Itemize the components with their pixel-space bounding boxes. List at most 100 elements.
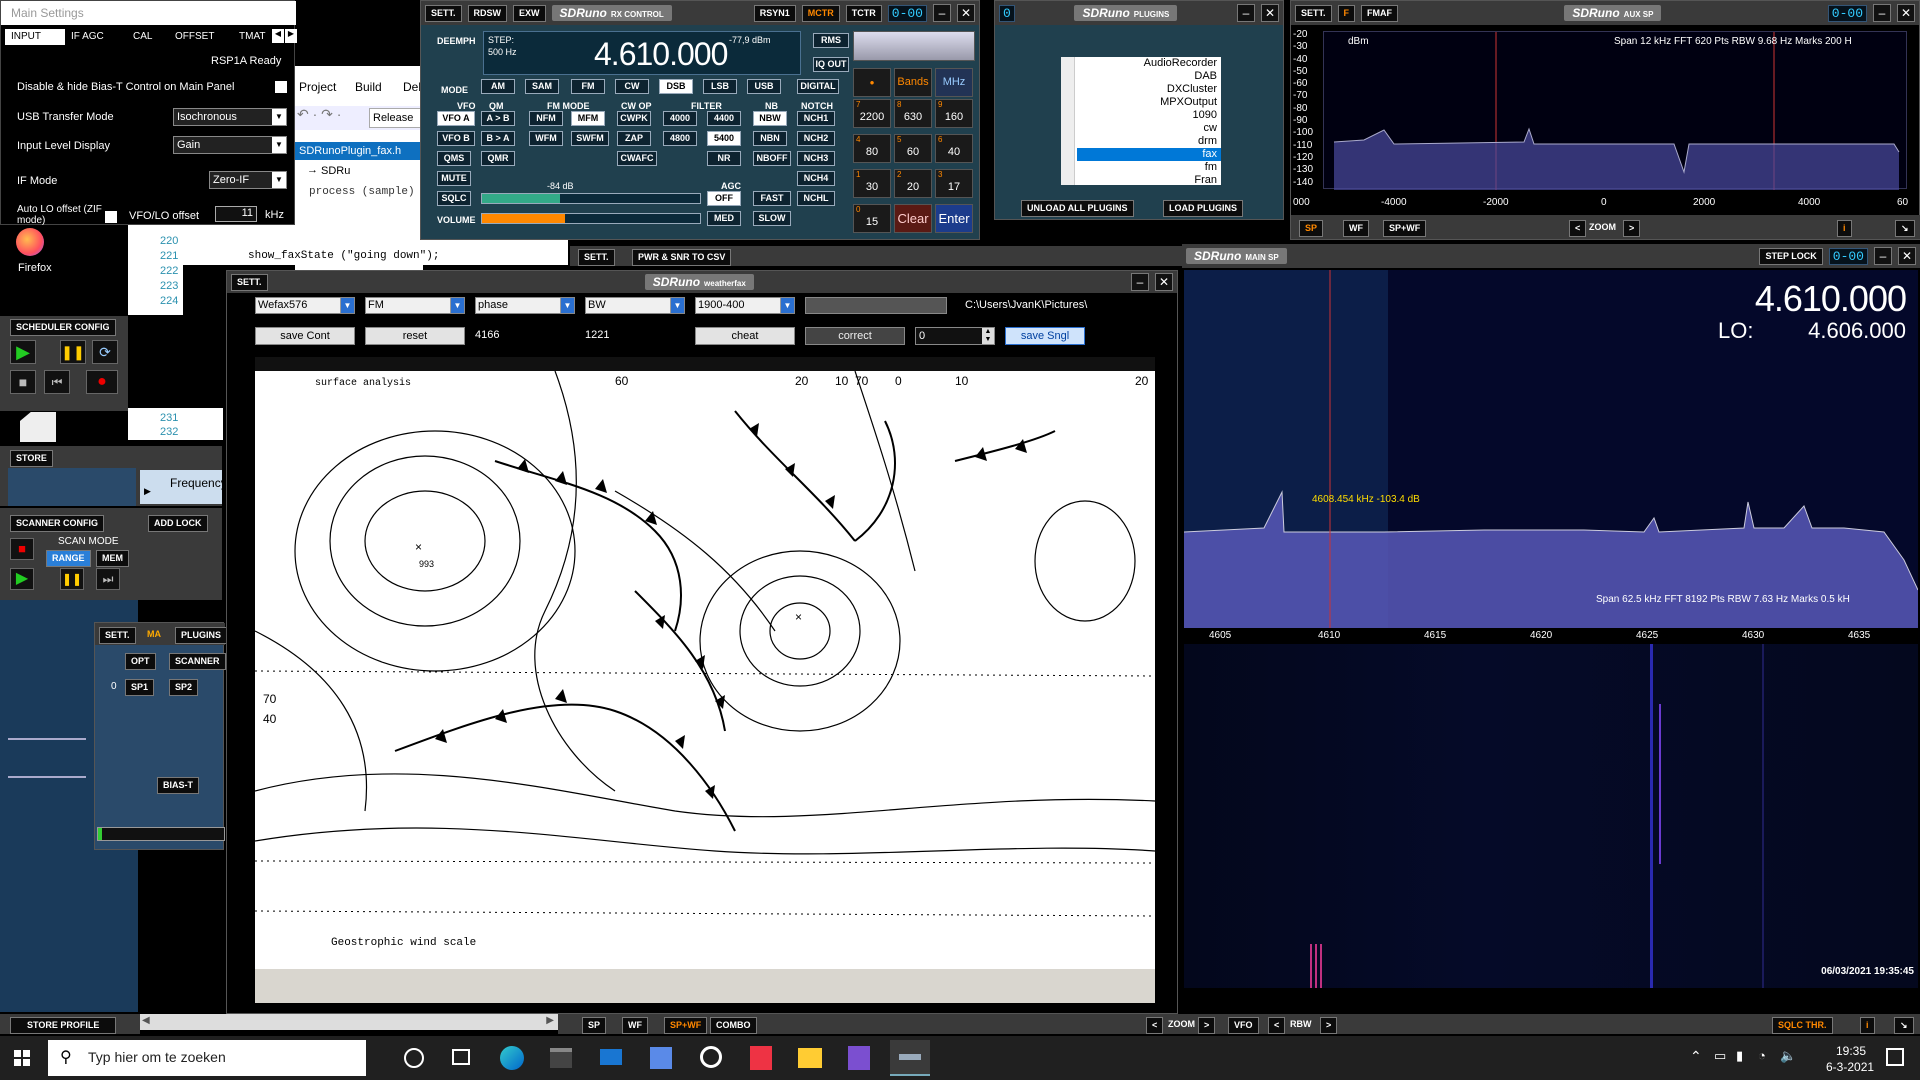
sp-button[interactable]: SP <box>582 1017 607 1034</box>
mode-fm[interactable]: FM <box>571 79 605 94</box>
nboff-button[interactable]: NBOFF <box>753 151 791 166</box>
aux-sett-button[interactable]: SETT. <box>1295 4 1332 22</box>
unload-all-plugins-button[interactable]: UNLOAD ALL PLUGINS <box>1021 200 1134 217</box>
aux-resize-icon[interactable]: ↘ <box>1895 220 1915 237</box>
auto-lo-checkbox[interactable] <box>105 211 117 223</box>
mode-am[interactable]: AM <box>481 79 515 94</box>
store-icon[interactable] <box>550 1048 572 1068</box>
office-icon[interactable] <box>750 1046 772 1070</box>
rbw-up-icon[interactable]: > <box>1320 1017 1338 1034</box>
list-item-selected[interactable]: fax <box>1077 148 1221 161</box>
volume-slider[interactable] <box>481 213 701 224</box>
nfm-button[interactable]: NFM <box>529 111 563 126</box>
network-icon[interactable]: ▭ <box>1714 1048 1726 1064</box>
add-lock-button[interactable]: ADD LOCK <box>148 515 208 532</box>
agc-med-button[interactable]: MED <box>707 211 741 226</box>
range-button[interactable]: RANGE <box>46 550 91 567</box>
plugins-scrollbar[interactable] <box>1061 57 1075 185</box>
enter-button[interactable]: Enter <box>935 204 973 233</box>
a-to-b-button[interactable]: A > B <box>481 111 515 126</box>
mfm-button[interactable]: MFM <box>571 111 605 126</box>
vfo-lo-input[interactable]: 11 <box>215 206 257 222</box>
fmaf-button[interactable]: FMAF <box>1361 4 1399 22</box>
nch1-button[interactable]: NCH1 <box>797 111 835 126</box>
close-icon[interactable]: ✕ <box>1261 4 1280 22</box>
usb-mode-select[interactable]: Isochronous ▼ <box>173 108 287 126</box>
rms-button[interactable]: RMS <box>813 33 849 48</box>
spin-input[interactable]: 0 ▲ ▼ <box>915 327 995 345</box>
key-3[interactable]: 3 17 <box>935 169 973 198</box>
agc-fast-button[interactable]: FAST <box>753 191 791 206</box>
nch2-button[interactable]: NCH2 <box>797 131 835 146</box>
spin-arrows-icon[interactable]: ▲ ▼ <box>982 328 994 344</box>
tab-offset[interactable]: OFFSET <box>171 29 231 45</box>
cwafc-button[interactable]: CWAFC <box>617 151 657 166</box>
tab-cal[interactable]: CAL <box>129 29 169 45</box>
main-sett-button[interactable]: SETT. <box>99 627 136 644</box>
zoom-out-icon[interactable]: < <box>1146 1017 1164 1034</box>
center-sett-button[interactable]: SETT. <box>578 249 615 266</box>
save-cont-button[interactable]: save Cont <box>255 327 355 345</box>
vfo-b-button[interactable]: VFO B <box>437 131 475 146</box>
pause-icon[interactable]: ❚❚ <box>60 340 86 364</box>
stop-icon[interactable]: ■ <box>10 370 36 394</box>
notification-icon[interactable] <box>1886 1048 1904 1066</box>
sdruno-icon[interactable] <box>890 1040 930 1076</box>
frequency-header[interactable]: Frequency <box>140 470 227 504</box>
spwf-button[interactable]: SP+WF <box>664 1017 708 1034</box>
sp2-button[interactable]: SP2 <box>169 679 199 696</box>
band-dot-button[interactable]: • <box>853 68 891 97</box>
ide-menu-project[interactable]: Project <box>299 80 336 94</box>
search-box[interactable]: ⚲ Typ hier om te zoeken <box>48 1040 366 1076</box>
waterfall[interactable]: 06/03/2021 19:35:45 <box>1184 644 1918 988</box>
tab-scroll-left-icon[interactable]: ◀ <box>272 29 284 43</box>
aux-zoom-out-icon[interactable]: < <box>1569 220 1587 237</box>
rbw-down-icon[interactable]: < <box>1268 1017 1286 1034</box>
bias-t-button[interactable]: BIAS-T <box>157 777 199 794</box>
record-icon[interactable]: ● <box>86 370 118 394</box>
filter-4000-button[interactable]: 4000 <box>663 111 697 126</box>
ide-nav-item[interactable]: SDRu <box>321 165 350 177</box>
mode-digital[interactable]: DIGITAL <box>797 79 839 94</box>
minimize-icon[interactable]: – <box>1131 273 1150 291</box>
aux-zoom-in-icon[interactable]: > <box>1623 220 1641 237</box>
minimize-icon[interactable]: – <box>1873 4 1892 22</box>
nbw-button[interactable]: NBW <box>753 111 787 126</box>
qms-button[interactable]: QMS <box>437 151 471 166</box>
f-button[interactable]: F <box>1337 4 1356 22</box>
expand-icon[interactable]: ▶ <box>144 486 151 497</box>
battery-icon[interactable]: ▮ <box>1736 1048 1743 1064</box>
deviation-select[interactable]: 1900-400 ▼ <box>695 297 795 314</box>
aux-wf-button[interactable]: WF <box>1343 220 1369 237</box>
color-select[interactable]: BW ▼ <box>585 297 685 314</box>
info-icon[interactable]: i <box>1860 1017 1875 1034</box>
mode-usb[interactable]: USB <box>747 79 781 94</box>
mode-lsb[interactable]: LSB <box>703 79 737 94</box>
step-lock-button[interactable]: STEP LOCK <box>1759 247 1823 265</box>
mem-button[interactable]: MEM <box>96 550 129 567</box>
correct-button[interactable]: correct <box>805 327 905 345</box>
close-icon[interactable]: ✕ <box>957 4 975 22</box>
key-2[interactable]: 2 20 <box>894 169 932 198</box>
demod-select[interactable]: FM ▼ <box>365 297 465 314</box>
scanner-stop-icon[interactable]: ■ <box>10 538 34 560</box>
sp1-button[interactable]: SP1 <box>125 679 155 696</box>
pwr-snr-csv-button[interactable]: PWR & SNR TO CSV <box>632 249 732 266</box>
b-to-a-button[interactable]: B > A <box>481 131 515 146</box>
vfo-button[interactable]: VFO <box>1228 1017 1259 1034</box>
tab-tmat[interactable]: TMAT <box>235 29 271 45</box>
minimize-icon[interactable]: – <box>1237 4 1256 22</box>
wifi-icon[interactable]: ◔ <box>1758 1048 1766 1063</box>
rewind-icon[interactable]: ⏮ <box>44 370 70 394</box>
rx-sett-button[interactable]: SETT. <box>425 4 462 22</box>
exw-button[interactable]: EXW <box>513 4 546 22</box>
filter-5400-button[interactable]: 5400 <box>707 131 741 146</box>
sqlc-thr-button[interactable]: SQLC THR. <box>1772 1017 1833 1034</box>
tab-input[interactable]: INPUT <box>5 29 65 45</box>
store-button[interactable]: STORE <box>10 450 53 467</box>
agc-off-button[interactable]: OFF <box>707 191 741 206</box>
ide-config-select[interactable]: Release <box>369 108 423 128</box>
list-item[interactable]: fm <box>1061 161 1221 174</box>
key-7[interactable]: 7 2200 <box>853 99 891 128</box>
tray-chevron-icon[interactable]: ⌃ <box>1690 1048 1702 1065</box>
